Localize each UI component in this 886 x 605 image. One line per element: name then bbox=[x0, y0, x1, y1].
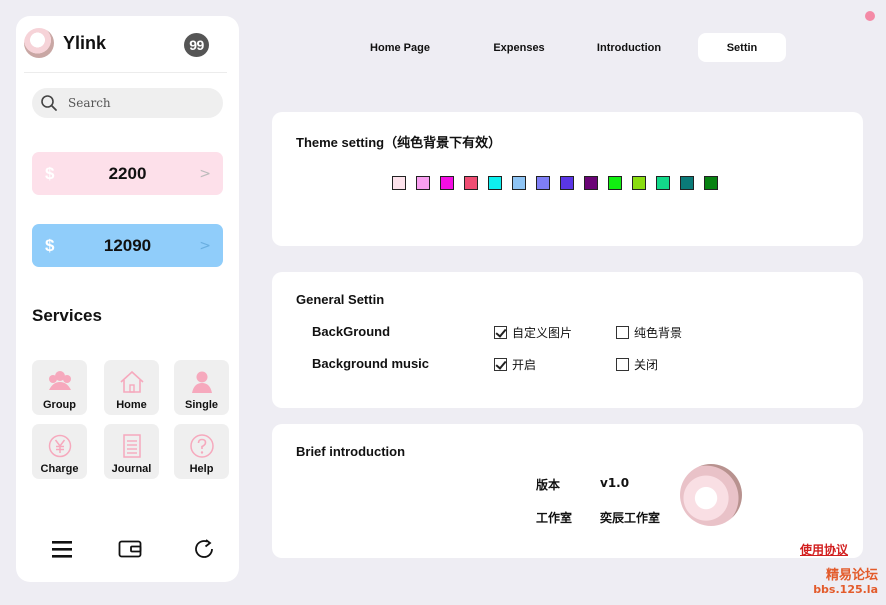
brief-introduction-title: Brief introduction bbox=[296, 444, 406, 459]
service-help-button[interactable]: Help bbox=[174, 424, 229, 479]
divider bbox=[24, 72, 227, 73]
checkbox[interactable] bbox=[616, 358, 629, 371]
service-group-button[interactable]: Group bbox=[32, 360, 87, 415]
theme-color-swatch[interactable] bbox=[584, 176, 598, 190]
menu-icon[interactable] bbox=[50, 538, 74, 560]
services-title: Services bbox=[32, 306, 102, 325]
general-settings-title: General Settin bbox=[296, 292, 385, 307]
version-label: 版本 bbox=[536, 478, 561, 492]
theme-color-swatch[interactable] bbox=[392, 176, 406, 190]
theme-color-swatch[interactable] bbox=[488, 176, 502, 190]
background-label: BackGround bbox=[312, 324, 391, 339]
wallet-icon[interactable] bbox=[118, 538, 142, 560]
sidebar: Ylink 99 $ 2200 > $ 12090 > Services Gro… bbox=[16, 16, 239, 582]
theme-color-swatch[interactable] bbox=[704, 176, 718, 190]
theme-color-swatch[interactable] bbox=[536, 176, 550, 190]
search-box[interactable] bbox=[32, 88, 223, 118]
service-label: Home bbox=[116, 399, 147, 411]
option-label: 开启 bbox=[512, 358, 537, 372]
balance-card-blue[interactable]: $ 12090 > bbox=[32, 224, 223, 267]
help-icon bbox=[189, 434, 214, 458]
service-single-button[interactable]: Single bbox=[174, 360, 229, 415]
service-label: Single bbox=[184, 399, 218, 411]
balance-card-pink[interactable]: $ 2200 > bbox=[32, 152, 223, 195]
service-charge-button[interactable]: Charge bbox=[32, 424, 87, 479]
app-name: Ylink bbox=[63, 32, 107, 53]
home-icon bbox=[119, 370, 144, 393]
background-custom-image-option[interactable]: 自定义图片 bbox=[494, 324, 572, 341]
journal-icon bbox=[122, 434, 141, 458]
watermark-line1: 精易论坛 bbox=[825, 568, 878, 584]
tab-home-page[interactable]: Home Page bbox=[360, 33, 440, 62]
terms-of-use-link[interactable]: 使用协议 bbox=[800, 541, 848, 558]
theme-color-swatch[interactable] bbox=[680, 176, 694, 190]
watermark: 精易论坛 bbs.125.la bbox=[813, 568, 878, 597]
chevron-right-icon: > bbox=[199, 238, 211, 254]
search-icon bbox=[41, 95, 57, 111]
chevron-right-icon: > bbox=[199, 166, 211, 182]
option-label: 关闭 bbox=[634, 358, 659, 372]
service-label: Group bbox=[43, 399, 76, 411]
service-label: Journal bbox=[111, 463, 152, 475]
checkbox[interactable] bbox=[494, 326, 507, 339]
theme-color-swatch[interactable] bbox=[464, 176, 478, 190]
watermark-line2: bbs.125.la bbox=[813, 583, 878, 597]
option-label: 自定义图片 bbox=[512, 326, 573, 340]
studio-value: 奕辰工作室 bbox=[600, 511, 661, 525]
avatar[interactable] bbox=[24, 28, 54, 58]
tab-expenses[interactable]: Expenses bbox=[484, 33, 554, 62]
theme-setting-title: Theme setting（纯色背景下有效） bbox=[296, 135, 502, 150]
theme-color-swatch[interactable] bbox=[416, 176, 430, 190]
option-label: 纯色背景 bbox=[634, 326, 683, 340]
service-label: Help bbox=[189, 463, 214, 475]
tab-introduction[interactable]: Introduction bbox=[588, 33, 670, 62]
balance-amount: 12090 bbox=[103, 235, 152, 255]
theme-color-swatch[interactable] bbox=[560, 176, 574, 190]
theme-color-swatch[interactable] bbox=[656, 176, 670, 190]
theme-color-swatch[interactable] bbox=[512, 176, 526, 190]
music-off-option[interactable]: 关闭 bbox=[616, 356, 658, 373]
balance-amount: 2200 bbox=[108, 163, 147, 183]
theme-color-swatch[interactable] bbox=[608, 176, 622, 190]
window-status-dot bbox=[865, 11, 875, 21]
group-icon bbox=[48, 371, 71, 390]
theme-color-swatch[interactable] bbox=[632, 176, 646, 190]
checkbox[interactable] bbox=[616, 326, 629, 339]
refresh-icon[interactable] bbox=[193, 538, 217, 560]
background-music-label: Background music bbox=[312, 356, 430, 371]
service-label: Charge bbox=[40, 463, 79, 475]
version-value: v1.0 bbox=[600, 476, 630, 490]
yen-coin-icon bbox=[48, 434, 71, 458]
search-input[interactable] bbox=[68, 96, 208, 110]
general-settings-panel: General Settin BackGround 自定义图片 纯色背景 Bac… bbox=[272, 272, 863, 408]
tab-settings[interactable]: Settin bbox=[698, 33, 786, 62]
theme-color-swatch[interactable] bbox=[440, 176, 454, 190]
checkbox[interactable] bbox=[494, 358, 507, 371]
studio-label: 工作室 bbox=[536, 511, 573, 525]
brief-introduction-panel: Brief introduction 版本 v1.0 工作室 奕辰工作室 使用协… bbox=[272, 424, 863, 558]
service-home-button[interactable]: Home bbox=[104, 360, 159, 415]
profile[interactable]: Ylink bbox=[24, 28, 106, 58]
background-solid-color-option[interactable]: 纯色背景 bbox=[616, 324, 682, 341]
music-on-option[interactable]: 开启 bbox=[494, 356, 536, 373]
theme-swatch-list bbox=[392, 176, 718, 190]
single-user-icon bbox=[191, 371, 212, 393]
service-journal-button[interactable]: Journal bbox=[104, 424, 159, 479]
message-count-badge[interactable]: 99 bbox=[184, 33, 209, 57]
theme-setting-panel: Theme setting（纯色背景下有效） bbox=[272, 112, 863, 246]
studio-avatar bbox=[680, 464, 742, 526]
